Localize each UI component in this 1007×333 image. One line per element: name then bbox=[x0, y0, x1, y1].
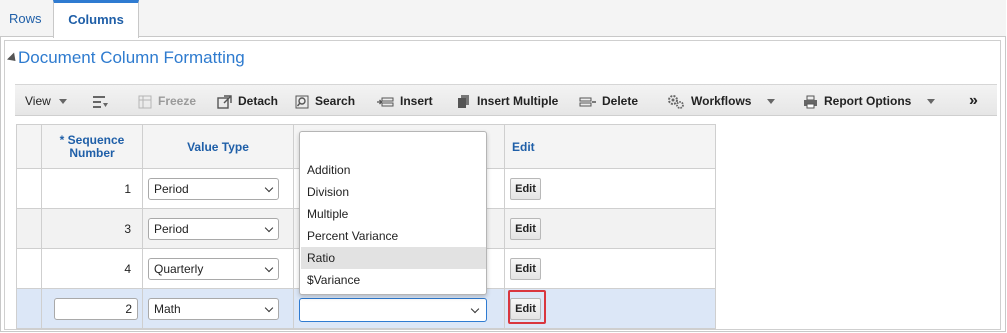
gear-icon bbox=[668, 94, 684, 109]
value-type-select[interactable]: Period bbox=[148, 217, 279, 240]
view-label: View bbox=[25, 94, 51, 108]
edit-cell: Edit bbox=[504, 248, 716, 289]
tab-columns[interactable]: Columns bbox=[53, 0, 139, 38]
freeze-icon bbox=[138, 95, 152, 109]
chevron-down-icon bbox=[470, 304, 480, 314]
printer-icon bbox=[804, 95, 817, 109]
chevron-down-icon bbox=[58, 99, 67, 105]
edit-cell: Edit bbox=[504, 208, 716, 249]
value-type-header[interactable]: Value Type bbox=[142, 124, 294, 169]
dropdown-option-addition[interactable]: Addition bbox=[301, 159, 486, 181]
sequence-cell[interactable]: 3 bbox=[41, 208, 143, 249]
dropdown-option-ratio[interactable]: Ratio bbox=[301, 247, 486, 269]
insert-row-icon bbox=[377, 97, 394, 107]
page-title: Document Column Formatting bbox=[18, 48, 245, 67]
edit-button[interactable]: Edit bbox=[510, 257, 541, 280]
sequence-cell[interactable]: 4 bbox=[41, 248, 143, 289]
sequence-cell[interactable]: 1 bbox=[41, 168, 143, 209]
value-type-cell: Period bbox=[142, 168, 294, 209]
report-options-menu[interactable]: Report Options bbox=[803, 85, 936, 117]
row-selector[interactable] bbox=[16, 248, 42, 289]
insert-multiple-icon bbox=[458, 95, 469, 109]
detach-icon bbox=[217, 95, 232, 109]
math-operation-dropdown-list: Addition Division Multiple Percent Varia… bbox=[299, 131, 487, 295]
tab-bar: Rows Columns bbox=[0, 0, 1006, 38]
dropdown-option-multiple[interactable]: Multiple bbox=[301, 203, 486, 225]
toolbar: View Freeze Detach Search Insert Insert … bbox=[15, 84, 997, 116]
insert-button[interactable]: Insert bbox=[377, 85, 433, 117]
row-selector[interactable] bbox=[16, 208, 42, 249]
row-selector[interactable] bbox=[16, 168, 42, 209]
value-type-select[interactable]: Quarterly bbox=[148, 257, 279, 280]
list-settings-icon bbox=[93, 95, 108, 108]
value-type-cell: Period bbox=[142, 208, 294, 249]
chevron-down-icon bbox=[264, 223, 274, 232]
chevron-down-icon bbox=[264, 303, 274, 312]
chevron-down-icon bbox=[767, 99, 776, 105]
sequence-input[interactable]: 2 bbox=[54, 297, 138, 320]
overflow-button[interactable]: » bbox=[969, 85, 978, 117]
search-icon bbox=[295, 95, 309, 109]
view-settings-button[interactable] bbox=[93, 85, 115, 117]
delete-button[interactable]: Delete bbox=[579, 85, 638, 117]
tab-rows[interactable]: Rows bbox=[5, 0, 46, 37]
dropdown-option-division[interactable]: Division bbox=[301, 181, 486, 203]
select-column-header bbox=[16, 124, 42, 169]
insert-multiple-button[interactable]: Insert Multiple bbox=[457, 85, 558, 117]
sequence-header[interactable]: * Sequence Number bbox=[41, 124, 143, 169]
search-button[interactable]: Search bbox=[295, 85, 355, 117]
chevron-down-icon bbox=[264, 263, 274, 272]
value-type-cell: Math bbox=[142, 288, 294, 329]
edit-cell: Edit bbox=[504, 168, 716, 209]
detach-button[interactable]: Detach bbox=[217, 85, 278, 117]
edit-button[interactable]: Edit bbox=[510, 177, 541, 200]
sequence-cell: 2 bbox=[41, 288, 143, 329]
chevron-down-icon bbox=[927, 99, 936, 105]
math-operation-select[interactable] bbox=[299, 298, 487, 322]
edit-header: Edit bbox=[504, 124, 716, 169]
value-type-select[interactable]: Period bbox=[148, 177, 279, 200]
row-selector[interactable] bbox=[16, 288, 42, 329]
value-type-cell: Quarterly bbox=[142, 248, 294, 289]
edit-button-highlight bbox=[508, 290, 546, 324]
delete-row-icon bbox=[579, 97, 596, 107]
view-menu[interactable]: View bbox=[25, 85, 67, 117]
dropdown-option-variance[interactable]: $Variance bbox=[301, 269, 486, 291]
value-type-select[interactable]: Math bbox=[148, 297, 279, 320]
chevron-down-icon bbox=[264, 183, 274, 192]
dropdown-option-percent-variance[interactable]: Percent Variance bbox=[301, 225, 486, 247]
freeze-button[interactable]: Freeze bbox=[138, 85, 196, 117]
edit-button[interactable]: Edit bbox=[510, 217, 541, 240]
workflows-menu[interactable]: Workflows bbox=[667, 85, 776, 117]
